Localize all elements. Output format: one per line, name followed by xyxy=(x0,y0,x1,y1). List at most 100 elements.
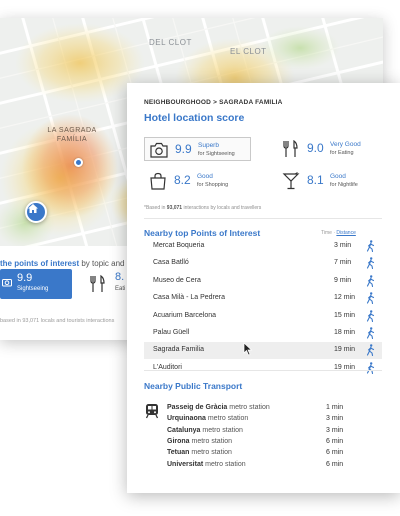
poi-time: 9 min xyxy=(334,276,352,284)
poi-row[interactable]: Acuarium Barcelona 15 min xyxy=(144,308,382,325)
poi-row[interactable]: Sagrada Familia 19 min xyxy=(144,342,382,360)
station-name: Catalunya metro station xyxy=(167,427,243,434)
divider xyxy=(144,218,382,219)
mouse-cursor-icon xyxy=(243,342,253,356)
map-label-del-clot: DEL CLOT xyxy=(149,38,192,47)
map-label-sagrada-familia: LA SAGRADA FAMÍLIA xyxy=(47,127,97,143)
panel-title: Hotel location score xyxy=(144,112,245,124)
poi-row[interactable]: Museo de Cera 9 min xyxy=(144,273,382,290)
camera-icon xyxy=(150,142,168,158)
poi-name: Palau Güell xyxy=(153,329,190,336)
station-kind: metro station xyxy=(207,415,249,423)
station-title: Universitat xyxy=(167,460,204,468)
score-rating: Superb xyxy=(198,142,219,149)
sort-by-distance[interactable]: Distance xyxy=(336,230,355,236)
walking-icon xyxy=(366,361,375,374)
station-name: Tetuan metro station xyxy=(167,449,232,456)
score-category: for Nightlife xyxy=(330,182,358,188)
cocktail-icon xyxy=(282,172,300,190)
based-count: 93,071 xyxy=(166,205,183,211)
back-sightseeing-tile[interactable]: 9.9 Sightseeing xyxy=(0,269,72,299)
station-time: 6 min xyxy=(326,437,344,445)
station-kind: metro station xyxy=(229,404,270,411)
divider xyxy=(144,370,382,371)
back-eating-score: 8. xyxy=(115,271,125,283)
transport-section-title: Nearby Public Transport xyxy=(144,381,243,391)
station-kind: metro station xyxy=(191,437,232,445)
home-button[interactable] xyxy=(25,201,47,223)
score-nightlife[interactable]: 8.1 Good for Nightlife xyxy=(277,169,387,193)
station-name: Girona metro station xyxy=(167,438,232,445)
poi-time: 19 min xyxy=(334,346,356,354)
poi-name: Museo de Cera xyxy=(153,276,201,284)
walking-icon xyxy=(366,240,375,252)
score-value: 8.1 xyxy=(307,173,324,187)
breadcrumb[interactable]: NEIGHBOURGHOOD > SAGRADA FAMILIA xyxy=(144,99,283,106)
score-value: 8.2 xyxy=(174,173,191,187)
based-prefix: *Based in xyxy=(144,205,167,211)
station-time: 1 min xyxy=(326,404,344,411)
poi-row[interactable]: Mercat Boqueria 3 min xyxy=(144,238,382,255)
back-based-note: based in 93,071 locals and tourists inte… xyxy=(0,318,115,324)
poi-row[interactable]: Casa Batlló 7 min xyxy=(144,255,382,272)
station-title: Passeig de Gràcia xyxy=(167,404,228,411)
transport-row[interactable]: Universitat metro station 6 min xyxy=(167,460,382,472)
poi-time: 3 min xyxy=(334,242,352,249)
walking-icon xyxy=(366,309,375,322)
station-name: Passeig de Gràcia metro station xyxy=(167,404,270,411)
transport-row[interactable]: Tetuan metro station 6 min xyxy=(167,448,382,460)
poi-time: 15 min xyxy=(334,311,356,319)
score-value: 9.9 xyxy=(175,142,192,156)
station-time: 3 min xyxy=(326,426,344,434)
poi-row[interactable]: Casa Milà - La Pedrera 12 min xyxy=(144,290,382,307)
score-category: for Sightseeing xyxy=(198,151,235,157)
transport-row[interactable]: Urquinaona metro station 3 min xyxy=(167,414,382,426)
score-category: for Eating xyxy=(330,150,354,156)
shopping-bag-icon xyxy=(150,172,166,190)
poi-name: Sagrada Familia xyxy=(153,346,204,354)
score-value: 9.0 xyxy=(307,141,324,155)
transport-row[interactable]: Catalunya metro station 3 min xyxy=(167,426,382,438)
score-shopping[interactable]: 8.2 Good for Shopping xyxy=(144,169,254,193)
poi-name: Mercat Boqueria xyxy=(153,242,205,249)
score-category: for Shopping xyxy=(197,182,229,188)
fork-knife-icon xyxy=(90,274,105,292)
score-rating: Good xyxy=(330,173,346,180)
transport-row[interactable]: Girona metro station 6 min xyxy=(167,437,382,449)
station-title: Catalunya xyxy=(167,426,201,434)
walking-icon xyxy=(366,274,375,287)
metro-train-icon xyxy=(145,404,159,419)
poi-section-title: Nearby top Points of Interest xyxy=(144,228,261,238)
location-marker[interactable] xyxy=(74,158,83,167)
station-name: Urquinaona metro station xyxy=(167,415,248,422)
walking-icon xyxy=(366,292,375,305)
poi-row[interactable]: L'Auditori 19 min xyxy=(144,360,382,377)
back-sightseeing-label: Sightseeing xyxy=(17,286,49,292)
back-heading: the points of interest by topic and sho xyxy=(0,259,140,268)
poi-row[interactable]: Palau Güell 18 min xyxy=(144,325,382,342)
station-kind: metro station xyxy=(202,426,243,434)
station-kind: metro station xyxy=(191,449,232,457)
score-sightseeing[interactable]: 9.9 Superb for Sightseeing xyxy=(144,137,251,161)
station-title: Tetuan xyxy=(167,449,190,457)
score-rating: Very Good xyxy=(330,141,361,148)
map-label-el-clot: EL CLOT xyxy=(230,47,267,56)
walking-icon xyxy=(366,327,375,339)
score-eating[interactable]: 9.0 Very Good for Eating xyxy=(277,137,387,161)
station-time: 6 min xyxy=(326,449,344,457)
home-icon xyxy=(28,204,38,213)
transport-row[interactable]: Passeig de Gràcia metro station 1 min xyxy=(167,403,382,415)
station-title: Girona xyxy=(167,437,190,445)
poi-time: 7 min xyxy=(334,259,352,267)
walking-icon xyxy=(366,344,375,357)
based-suffix: interactions by locals and travellers xyxy=(182,205,262,211)
station-time: 6 min xyxy=(326,460,344,468)
station-time: 3 min xyxy=(326,415,344,423)
sort-by-time[interactable]: Time xyxy=(321,230,332,236)
poi-name: Casa Milà - La Pedrera xyxy=(153,294,225,302)
hotel-location-panel: NEIGHBOURGHOOD > SAGRADA FAMILIA Hotel l… xyxy=(127,83,400,493)
station-kind: metro station xyxy=(205,460,246,468)
poi-time: 18 min xyxy=(334,329,356,336)
station-name: Universitat metro station xyxy=(167,461,246,468)
station-title: Urquinaona xyxy=(167,415,206,423)
